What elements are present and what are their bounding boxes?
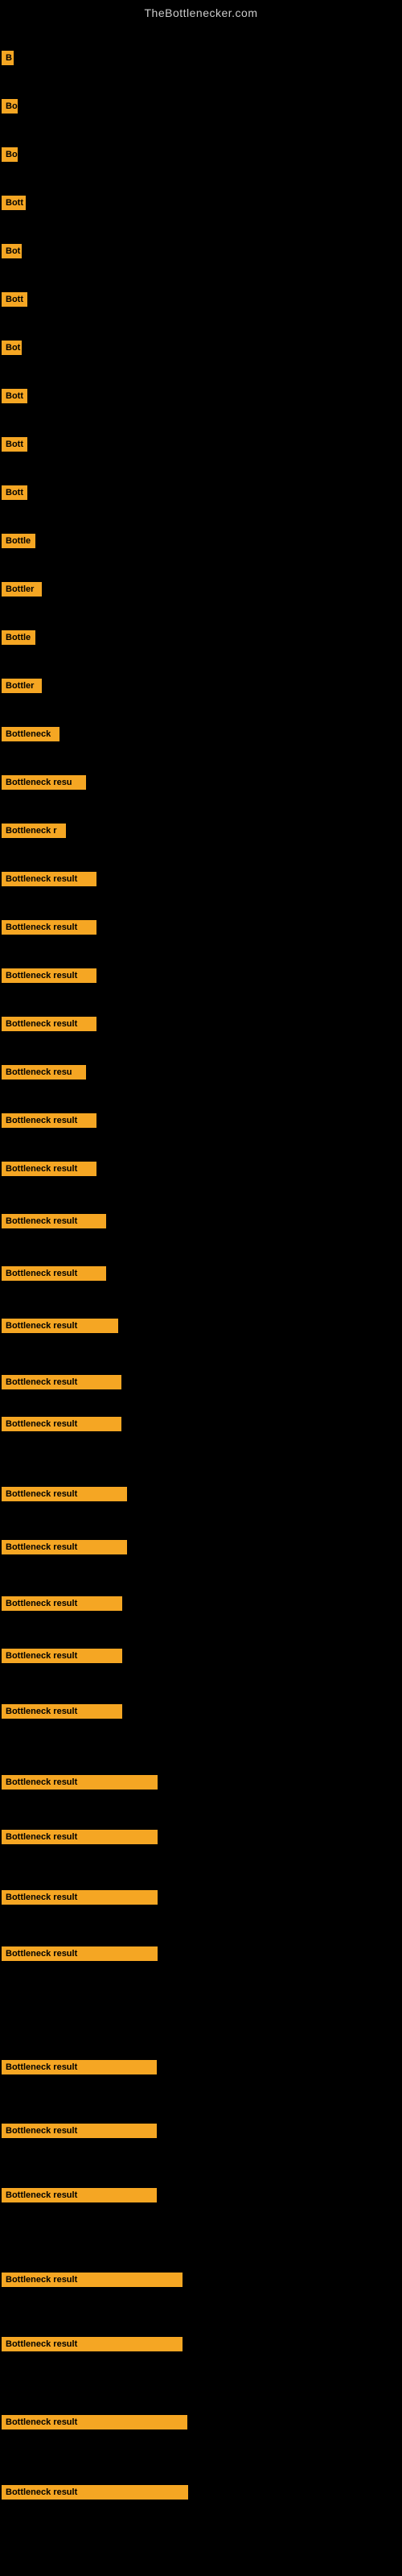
item-row: Bottle — [2, 630, 35, 649]
item-row: Bottleneck result — [2, 1830, 158, 1848]
item-label: Bot — [2, 244, 22, 258]
item-row: Bottleneck result — [2, 2337, 183, 2355]
item-row: Bottleneck result — [2, 1775, 158, 1794]
item-row: Bot — [2, 341, 22, 359]
item-label: Bottleneck result — [2, 872, 96, 886]
item-label: Bottleneck result — [2, 2415, 187, 2429]
item-row: Bottleneck — [2, 727, 59, 745]
item-label: Bottleneck result — [2, 1319, 118, 1333]
item-row: Bottleneck result — [2, 920, 96, 939]
item-label: Bottleneck result — [2, 1946, 158, 1961]
item-row: Bottleneck result — [2, 2188, 157, 2207]
item-label: Bottler — [2, 679, 42, 693]
item-label: Bottleneck result — [2, 968, 96, 983]
items-container: B Bo Bo Bott Bot Bott Bot Bott Bott Bott Bottle Bot… — [0, 23, 402, 2566]
item-label: Bottle — [2, 630, 35, 645]
item-row: Bottleneck result — [2, 1113, 96, 1132]
item-row: Bot — [2, 244, 22, 262]
item-row: Bottleneck result — [2, 1946, 158, 1965]
item-label: Bo — [2, 99, 18, 114]
item-row: Bottleneck result — [2, 1596, 122, 1615]
item-label: Bottleneck result — [2, 1830, 158, 1844]
item-row: Bottleneck result — [2, 2124, 157, 2142]
item-label: Bottleneck result — [2, 2485, 188, 2500]
item-label: Bottleneck result — [2, 1704, 122, 1719]
item-row: Bottleneck result — [2, 872, 96, 890]
item-row: Bottleneck result — [2, 1417, 121, 1435]
item-row: B — [2, 51, 14, 69]
item-label: Bott — [2, 389, 27, 403]
item-label: Bottleneck result — [2, 1017, 96, 1031]
item-row: Bottleneck resu — [2, 1065, 86, 1084]
item-row: Bo — [2, 147, 18, 166]
item-label: Bottleneck result — [2, 1775, 158, 1790]
item-label: Bottleneck result — [2, 1417, 121, 1431]
item-row: Bottleneck result — [2, 1214, 106, 1232]
item-label: Bottleneck result — [2, 2337, 183, 2351]
item-label: Bottleneck result — [2, 1266, 106, 1281]
item-label: Bottleneck result — [2, 1162, 96, 1176]
item-label: Bottleneck resu — [2, 1065, 86, 1080]
item-label: Bo — [2, 147, 18, 162]
item-label: Bottleneck result — [2, 1375, 121, 1389]
item-label: Bottleneck r — [2, 824, 66, 838]
item-row: Bottleneck result — [2, 1487, 127, 1505]
item-row: Bott — [2, 485, 27, 504]
item-row: Bottler — [2, 679, 42, 697]
item-row: Bottleneck result — [2, 1162, 96, 1180]
item-label: Bot — [2, 341, 22, 355]
item-label: Bottle — [2, 534, 35, 548]
item-row: Bottleneck result — [2, 1649, 122, 1667]
item-label: Bott — [2, 437, 27, 452]
item-row: Bott — [2, 437, 27, 456]
item-row: Bottleneck r — [2, 824, 66, 842]
item-label: Bottleneck result — [2, 2188, 157, 2202]
item-row: Bottleneck result — [2, 1375, 121, 1393]
item-label: Bottler — [2, 582, 42, 597]
item-row: Bottle — [2, 534, 35, 552]
item-label: Bottleneck resu — [2, 775, 86, 790]
item-row: Bottleneck result — [2, 1319, 118, 1337]
item-row: Bottleneck resu — [2, 775, 86, 794]
item-row: Bo — [2, 99, 18, 118]
item-row: Bottleneck result — [2, 2485, 188, 2504]
item-label: Bottleneck result — [2, 1214, 106, 1228]
item-label: B — [2, 51, 14, 65]
item-row: Bottleneck result — [2, 1704, 122, 1723]
item-label: Bottleneck result — [2, 920, 96, 935]
item-row: Bottleneck result — [2, 1266, 106, 1285]
item-row: Bottleneck result — [2, 1540, 127, 1558]
item-label: Bottleneck result — [2, 1890, 158, 1905]
item-label: Bottleneck result — [2, 1113, 96, 1128]
item-row: Bottleneck result — [2, 2060, 157, 2079]
item-row: Bott — [2, 292, 27, 311]
item-row: Bott — [2, 389, 27, 407]
item-row: Bottleneck result — [2, 968, 96, 987]
item-label: Bottleneck result — [2, 1596, 122, 1611]
site-title: TheBottlenecker.com — [0, 0, 402, 23]
item-label: Bottleneck result — [2, 2124, 157, 2138]
item-label: Bottleneck — [2, 727, 59, 741]
item-row: Bottleneck result — [2, 1017, 96, 1035]
item-label: Bottleneck result — [2, 2273, 183, 2287]
item-row: Bottleneck result — [2, 2273, 183, 2291]
item-row: Bottleneck result — [2, 1890, 158, 1909]
item-label: Bottleneck result — [2, 1540, 127, 1554]
item-label: Bottleneck result — [2, 1487, 127, 1501]
item-label: Bottleneck result — [2, 1649, 122, 1663]
item-label: Bott — [2, 485, 27, 500]
item-row: Bott — [2, 196, 26, 214]
item-row: Bottler — [2, 582, 42, 601]
item-label: Bott — [2, 196, 26, 210]
item-label: Bott — [2, 292, 27, 307]
item-label: Bottleneck result — [2, 2060, 157, 2074]
item-row: Bottleneck result — [2, 2415, 187, 2434]
